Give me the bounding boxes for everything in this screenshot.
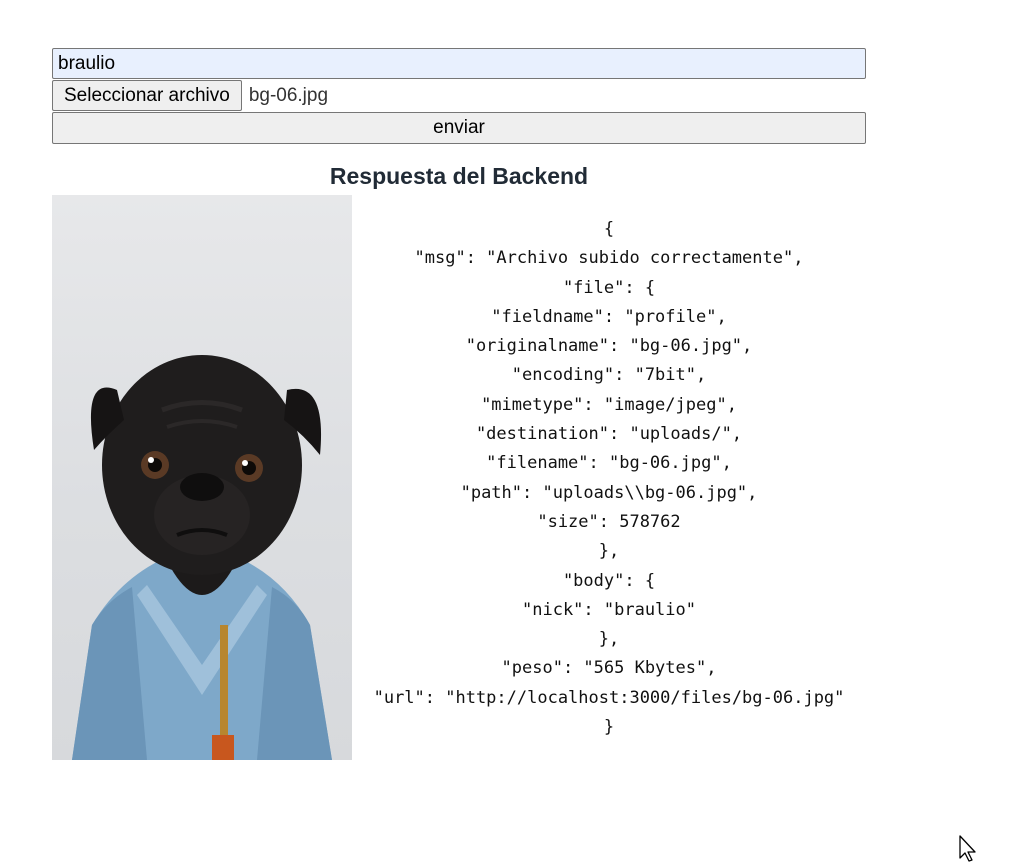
- json-line: "msg": "Archivo subido correctamente",: [414, 248, 804, 269]
- mouse-pointer-icon: [959, 835, 976, 862]
- json-line: "url": "http://localhost:3000/files/bg-0…: [373, 687, 845, 708]
- selected-file-name: bg-06.jpg: [248, 84, 329, 106]
- json-line: "originalname": "bg-06.jpg",: [465, 336, 753, 357]
- json-line: "file": {: [562, 277, 656, 298]
- json-line: "fieldname": "profile",: [491, 306, 727, 327]
- json-line: "nick": "braulio": [522, 599, 696, 620]
- backend-json-response: { "msg": "Archivo subido correctamente", "…: [352, 215, 866, 742]
- json-line: "peso": "565 Kbytes",: [501, 658, 717, 679]
- json-line: }: [603, 717, 615, 738]
- nick-input[interactable]: [52, 48, 866, 79]
- json-line: "mimetype": "image/jpeg",: [481, 394, 737, 415]
- select-file-button[interactable]: Seleccionar archivo: [52, 80, 242, 111]
- json-line: "encoding": "7bit",: [511, 365, 707, 386]
- json-line: },: [598, 541, 620, 562]
- file-input-row: Seleccionar archivo bg-06.jpg: [52, 80, 866, 111]
- submit-button[interactable]: enviar: [52, 112, 866, 144]
- json-line: "path": "uploads\\bg-06.jpg",: [460, 482, 758, 503]
- json-line: "body": {: [562, 570, 656, 591]
- json-line: },: [598, 629, 620, 650]
- uploaded-image: [52, 195, 352, 760]
- json-line: "filename": "bg-06.jpg",: [486, 453, 732, 474]
- response-title: Respuesta del Backend: [329, 163, 589, 189]
- json-line: {: [603, 219, 615, 239]
- json-line: "destination": "uploads/",: [475, 424, 743, 445]
- upload-form: Seleccionar archivo bg-06.jpg enviar: [52, 48, 866, 144]
- json-line: "size": 578762: [537, 511, 681, 532]
